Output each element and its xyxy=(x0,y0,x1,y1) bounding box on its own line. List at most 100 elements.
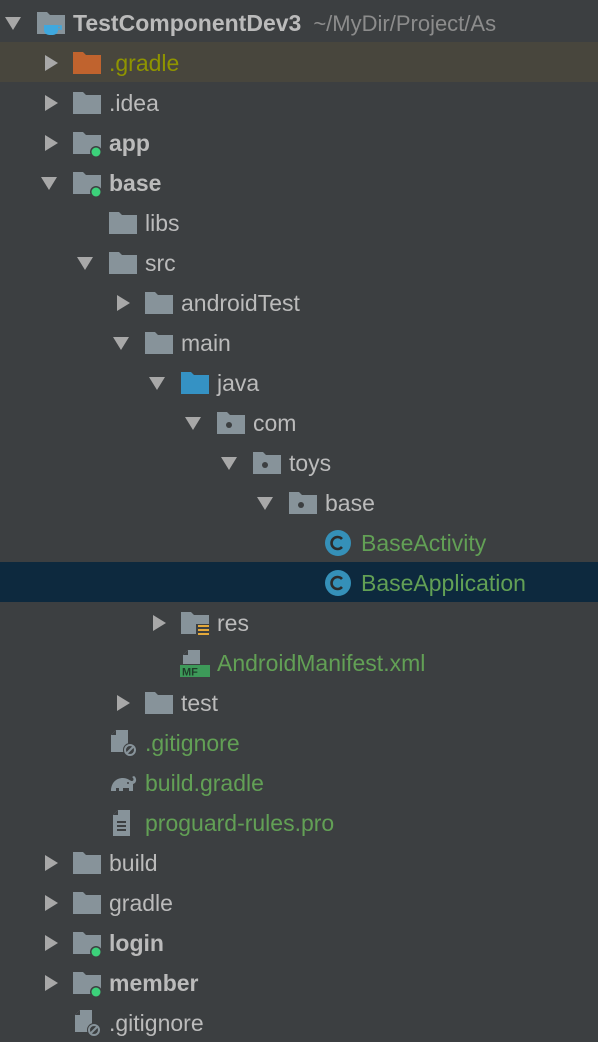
expand-arrow-open-icon[interactable] xyxy=(148,374,166,392)
tree-row-idea[interactable]: .idea xyxy=(0,82,598,122)
excluded-folder-icon xyxy=(72,49,102,77)
expand-arrow-closed-icon[interactable] xyxy=(42,854,60,872)
folder-icon xyxy=(144,329,174,357)
tree-item-text: .gitignore xyxy=(145,730,240,756)
tree-item-label: login xyxy=(109,930,164,956)
expand-arrow-closed-icon[interactable] xyxy=(42,934,60,952)
tree-item-label: .gitignore xyxy=(145,730,240,756)
manifest-icon-text: MF xyxy=(182,667,198,678)
tree-row-build-gradle[interactable]: build.gradle xyxy=(0,762,598,802)
manifest-icon: MF xyxy=(180,649,210,679)
tree-item-text: base xyxy=(109,170,161,196)
tree-item-label: proguard-rules.pro xyxy=(145,810,335,836)
expand-arrow-closed-icon[interactable] xyxy=(42,974,60,992)
tree-item-text: build xyxy=(109,850,158,876)
expand-arrow-closed-icon[interactable] xyxy=(42,94,60,112)
tree-item-text: main xyxy=(181,330,231,356)
package-icon xyxy=(252,449,282,477)
project-folder-icon xyxy=(36,9,66,37)
tree-item-label: .gitignore xyxy=(109,1010,204,1036)
tree-item-label: BaseApplication xyxy=(361,570,526,596)
folder-icon xyxy=(72,849,102,877)
folder-icon xyxy=(144,289,174,317)
tree-item-text: java xyxy=(217,370,259,396)
tree-item-label: build.gradle xyxy=(145,770,264,796)
expand-arrow-open-icon[interactable] xyxy=(220,454,238,472)
tree-row-gradle[interactable]: .gradle xyxy=(0,42,598,82)
tree-item-label: build xyxy=(109,850,158,876)
tree-item-text: build.gradle xyxy=(145,770,264,796)
tree-item-text: TestComponentDev3 ~/MyDir/Project/As xyxy=(73,10,496,37)
tree-row-src[interactable]: src xyxy=(0,242,598,282)
tree-item-label: toys xyxy=(289,450,332,476)
tree-row-gitignore[interactable]: .gitignore xyxy=(0,1002,598,1042)
module-folder-icon xyxy=(72,169,102,198)
tree-item-label: member xyxy=(109,970,199,996)
expand-arrow-closed-icon[interactable] xyxy=(42,54,60,72)
tree-item-text: src xyxy=(145,250,176,276)
expand-arrow-closed-icon[interactable] xyxy=(42,894,60,912)
expand-arrow-open-icon[interactable] xyxy=(112,334,130,352)
tree-row-app[interactable]: app xyxy=(0,122,598,162)
expand-arrow-open-icon[interactable] xyxy=(4,14,22,32)
tree-item-text: test xyxy=(181,690,218,716)
tree-item-text: gradle xyxy=(109,890,173,916)
tree-item-text: login xyxy=(109,930,164,956)
tree-row-login[interactable]: login xyxy=(0,922,598,962)
tree-item-label: app xyxy=(109,130,150,156)
expand-arrow-closed-icon[interactable] xyxy=(42,134,60,152)
tree-row-gradle[interactable]: gradle xyxy=(0,882,598,922)
tree-item-text: .idea xyxy=(109,90,159,116)
tree-row-gitignore[interactable]: .gitignore xyxy=(0,722,598,762)
tree-row-androidmanifest-xml[interactable]: MF AndroidManifest.xml xyxy=(0,642,598,682)
tree-item-label: res xyxy=(217,610,249,636)
resource-folder-icon xyxy=(180,609,210,637)
tree-row-toys[interactable]: toys xyxy=(0,442,598,482)
expand-arrow-open-icon[interactable] xyxy=(40,174,58,192)
module-folder-icon xyxy=(72,129,102,158)
tree-row-test[interactable]: test xyxy=(0,682,598,722)
tree-row-baseactivity[interactable]: BaseActivity xyxy=(0,522,598,562)
folder-icon xyxy=(108,209,138,237)
tree-item-label: BaseActivity xyxy=(361,530,487,556)
tree-item-text: BaseApplication xyxy=(361,570,526,596)
tree-item-text: app xyxy=(109,130,150,156)
tree-row-base[interactable]: base xyxy=(0,162,598,202)
folder-icon xyxy=(108,249,138,277)
tree-item-text: base xyxy=(325,490,375,516)
tree-row-libs[interactable]: libs xyxy=(0,202,598,242)
tree-row-com[interactable]: com xyxy=(0,402,598,442)
expand-arrow-open-icon[interactable] xyxy=(184,414,202,432)
class-icon xyxy=(324,529,354,557)
tree-item-text: AndroidManifest.xml xyxy=(217,650,425,676)
expand-arrow-open-icon[interactable] xyxy=(76,254,94,272)
ignore-file-icon xyxy=(108,729,138,757)
expand-arrow-closed-icon[interactable] xyxy=(114,694,132,712)
tree-item-text: com xyxy=(253,410,296,436)
folder-icon xyxy=(72,889,102,917)
tree-row-build[interactable]: build xyxy=(0,842,598,882)
tree-row-res[interactable]: res xyxy=(0,602,598,642)
tree-item-label: libs xyxy=(145,210,180,236)
tree-row-base[interactable]: base xyxy=(0,482,598,522)
tree-item-text: BaseActivity xyxy=(361,530,486,556)
source-folder-icon xyxy=(180,369,210,397)
expand-arrow-closed-icon[interactable] xyxy=(150,614,168,632)
tree-item-label: AndroidManifest.xml xyxy=(217,650,426,676)
ignore-file-icon xyxy=(72,1009,102,1037)
folder-icon xyxy=(144,689,174,717)
tree-row-main[interactable]: main xyxy=(0,322,598,362)
tree-row-androidtest[interactable]: androidTest xyxy=(0,282,598,322)
tree-row-baseapplication[interactable]: BaseApplication xyxy=(0,562,598,602)
expand-arrow-open-icon[interactable] xyxy=(256,494,274,512)
tree-row-java[interactable]: java xyxy=(0,362,598,402)
tree-item-label: gradle xyxy=(109,890,173,916)
tree-row-member[interactable]: member xyxy=(0,962,598,1002)
tree-item-text: member xyxy=(109,970,198,996)
expand-arrow-closed-icon[interactable] xyxy=(114,294,132,312)
tree-item-label: androidTest xyxy=(181,290,300,316)
tree-row-proguard-rules-pro[interactable]: proguard-rules.pro xyxy=(0,802,598,842)
tree-row-testcomponentdev3[interactable]: TestComponentDev3 ~/MyDir/Project/As xyxy=(0,2,598,42)
tree-item-label: .gradle xyxy=(109,50,180,76)
text-file-icon xyxy=(108,809,138,837)
